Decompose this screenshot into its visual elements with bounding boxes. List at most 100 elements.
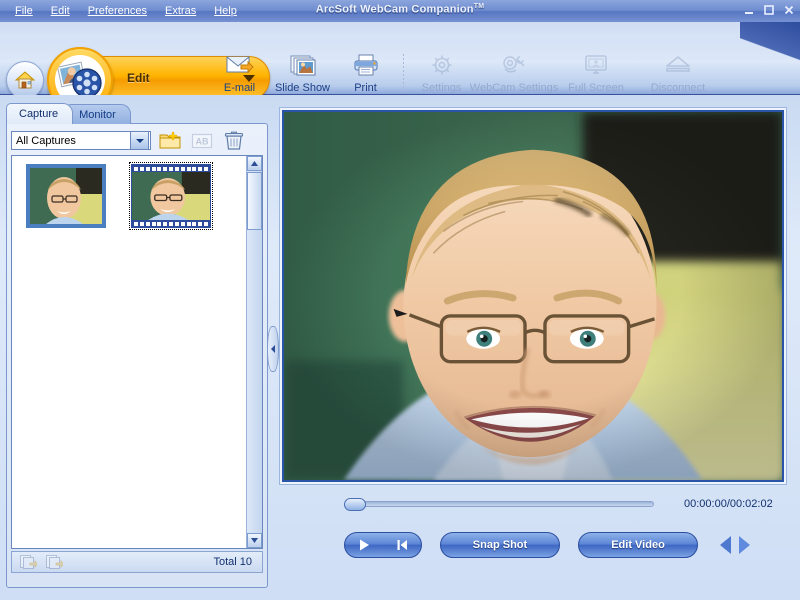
- rename-button[interactable]: AB: [189, 130, 215, 152]
- man-with-glasses-photo: [284, 112, 782, 480]
- tab-monitor[interactable]: Monitor: [66, 104, 131, 124]
- triangle-left-icon[interactable]: [720, 536, 731, 554]
- menu-edit[interactable]: Edit: [42, 3, 79, 19]
- toolbar-disconnect-label: Disconnect: [650, 82, 706, 94]
- chevron-down-icon[interactable]: [130, 131, 149, 150]
- delete-button[interactable]: [221, 130, 247, 152]
- slider-track: [352, 501, 654, 507]
- play-button[interactable]: [345, 538, 383, 552]
- toolbar-right-curve: [740, 22, 800, 94]
- snap-shot-label: Snap Shot: [472, 539, 528, 551]
- new-folder-button[interactable]: [157, 130, 183, 152]
- film-sprockets-top: [132, 165, 211, 172]
- title-bar: File Edit Preferences Extras Help ArcSof…: [0, 0, 800, 22]
- trash-icon: [224, 131, 244, 150]
- collapse-panel-button[interactable]: [267, 326, 279, 372]
- total-count-label: Total 10: [213, 556, 252, 568]
- list-item[interactable]: [26, 164, 106, 228]
- capture-filter-value: All Captures: [16, 134, 76, 147]
- menu-extras-label: Extras: [165, 5, 197, 17]
- thumbnail-grid: [12, 156, 246, 548]
- content-area: Capture Monitor All Captures AB Total 10…: [0, 95, 800, 600]
- man-with-glasses-video-thumb: [132, 172, 211, 220]
- panel-splitter: [267, 104, 279, 588]
- skip-previous-icon: [397, 540, 408, 550]
- slideshow-icon: [288, 50, 318, 80]
- tab-capture-label: Capture: [19, 108, 59, 120]
- play-controls-group: [344, 532, 422, 558]
- tab-monitor-label: Monitor: [79, 108, 116, 121]
- toolbar-slideshow-label: Slide Show: [274, 82, 331, 94]
- video-thumbnail: [129, 162, 214, 230]
- media-preview[interactable]: [282, 110, 784, 482]
- toolbar-email-label: E-mail: [223, 82, 256, 94]
- panel-body: All Captures AB Total 10: [6, 123, 268, 588]
- scroll-up-icon[interactable]: [247, 156, 262, 171]
- menu-help-label: Help: [214, 5, 237, 17]
- photo-thumbnail: [26, 164, 106, 228]
- window-controls: [742, 3, 796, 17]
- menu-file-label: File: [15, 5, 33, 17]
- edit-video-label: Edit Video: [611, 539, 665, 551]
- monitor-icon: [581, 50, 611, 80]
- scrollbar-thumb[interactable]: [247, 172, 262, 230]
- application-window: File Edit Preferences Extras Help ArcSof…: [0, 0, 800, 600]
- menu-bar: File Edit Preferences Extras Help: [6, 2, 246, 20]
- main-toolbar: Edit E-mail Slide Show Print Settings We…: [0, 22, 800, 113]
- capture-filter-select[interactable]: All Captures: [11, 131, 151, 150]
- menu-extras[interactable]: Extras: [156, 3, 205, 19]
- svg-text:AB: AB: [196, 136, 209, 146]
- gear-icon: [427, 50, 457, 80]
- menu-preferences[interactable]: Preferences: [79, 3, 156, 19]
- copy-to-icon: [20, 555, 37, 569]
- email-icon: [225, 50, 255, 80]
- tab-capture[interactable]: Capture: [6, 103, 74, 124]
- library-panel: Capture Monitor All Captures AB Total 10: [6, 103, 268, 588]
- trademark-mark: TM: [473, 3, 485, 10]
- move-to-button[interactable]: [44, 553, 64, 571]
- transport-controls: Snap Shot Edit Video: [279, 523, 787, 567]
- filter-bar: All Captures AB: [11, 128, 263, 153]
- rename-ab-icon: AB: [191, 133, 213, 148]
- edit-video-button[interactable]: Edit Video: [578, 532, 698, 558]
- thumbnail-scrollbar[interactable]: [246, 156, 262, 548]
- preview-container: [279, 107, 787, 485]
- menu-help[interactable]: Help: [205, 3, 246, 19]
- slider-thumb[interactable]: [344, 497, 366, 511]
- toolbar-fullscreen-label: Full Screen: [568, 82, 624, 94]
- toolbar-print-label: Print: [354, 82, 377, 94]
- timecode-label: 00:00:00/00:02:02: [684, 498, 773, 510]
- chevron-left-icon: [271, 345, 275, 353]
- scroll-down-icon[interactable]: [247, 533, 262, 548]
- window-title-text: ArcSoft WebCam Companion: [315, 3, 474, 16]
- mode-label: Edit: [127, 71, 150, 85]
- toolbar-webcam-settings-label: WebCam Settings: [469, 82, 559, 94]
- close-icon[interactable]: [782, 3, 796, 17]
- move-to-icon: [46, 555, 63, 569]
- printer-icon: [351, 50, 381, 80]
- menu-edit-label: Edit: [50, 5, 70, 17]
- home-button[interactable]: [6, 61, 44, 99]
- triangle-right-icon[interactable]: [739, 536, 750, 554]
- man-with-glasses-photo-thumb: [30, 168, 102, 224]
- menu-file[interactable]: File: [6, 3, 42, 19]
- copy-to-button[interactable]: [18, 553, 38, 571]
- film-sprockets-bottom: [132, 220, 211, 227]
- eject-icon: [663, 50, 693, 80]
- minimize-icon[interactable]: [742, 3, 756, 17]
- previous-button[interactable]: [384, 538, 422, 552]
- playback-slider[interactable]: [344, 496, 654, 512]
- navigation-arrows: [720, 536, 750, 554]
- thumbnail-list[interactable]: [11, 155, 263, 549]
- list-item[interactable]: [129, 162, 214, 230]
- new-folder-icon: [159, 131, 181, 149]
- menu-preferences-label: Preferences: [87, 5, 148, 17]
- webcam-gear-icon: [498, 50, 530, 80]
- toolbar-separator: [403, 54, 404, 92]
- timeline-bar: 00:00:00/00:02:02: [279, 490, 787, 518]
- snap-shot-button[interactable]: Snap Shot: [440, 532, 560, 558]
- home-icon: [14, 71, 36, 89]
- panel-footer: Total 10: [11, 551, 263, 573]
- toolbar-settings-label: Settings: [421, 82, 462, 94]
- maximize-icon[interactable]: [762, 3, 776, 17]
